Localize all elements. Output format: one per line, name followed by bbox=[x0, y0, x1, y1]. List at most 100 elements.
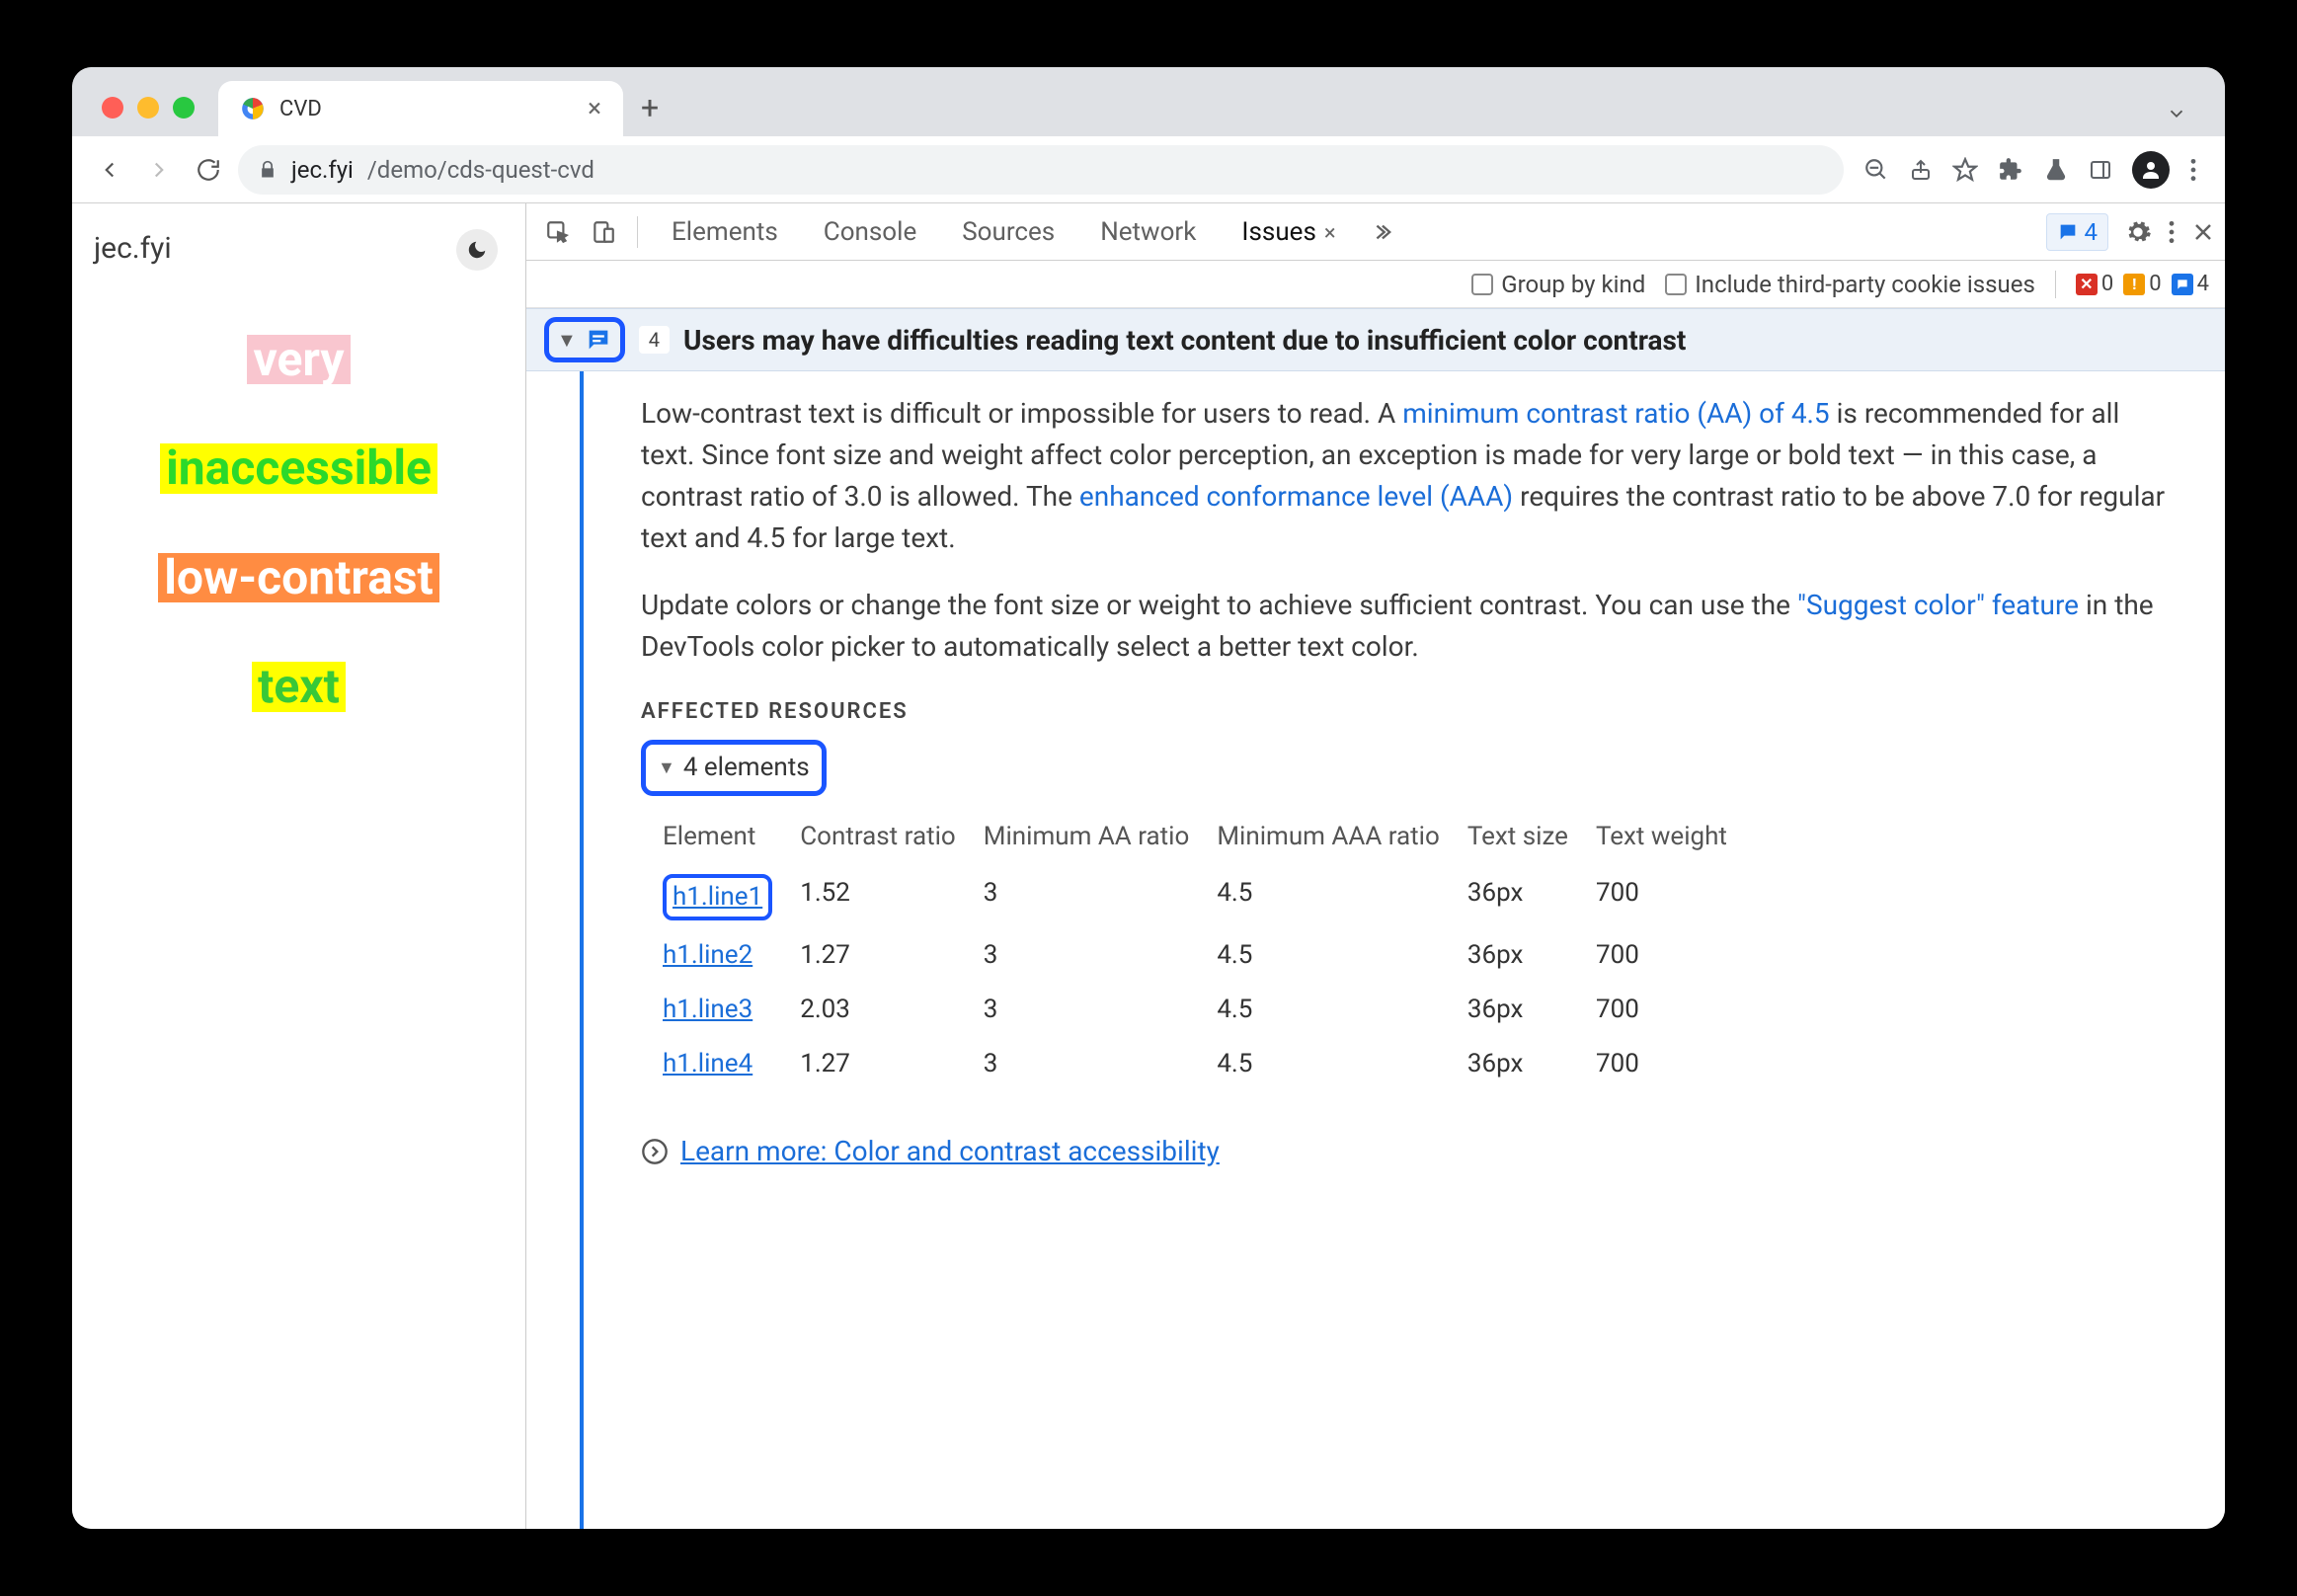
content-split: jec.fyi very inaccessible low-contrast t… bbox=[72, 203, 2225, 1529]
element-link[interactable]: h1.line1 bbox=[673, 882, 762, 912]
separator bbox=[637, 216, 638, 248]
issue-content: Low-contrast text is difficult or imposs… bbox=[631, 371, 2225, 1529]
table-row: h1.line1 1.52 3 4.5 36px 700 bbox=[663, 866, 1755, 928]
expand-icon: ▼ bbox=[658, 755, 675, 781]
device-toggle-icon[interactable] bbox=[582, 210, 625, 254]
link-aaa[interactable]: enhanced conformance level (AAA) bbox=[1079, 480, 1513, 513]
forward-button[interactable] bbox=[139, 150, 179, 190]
learn-more-link[interactable]: Learn more: Color and contrast accessibi… bbox=[680, 1131, 1220, 1172]
count-value: 0 bbox=[2101, 272, 2113, 296]
tab-console[interactable]: Console bbox=[802, 203, 938, 261]
cell-aaa: 4.5 bbox=[1217, 866, 1467, 928]
tab-sources[interactable]: Sources bbox=[940, 203, 1076, 261]
labs-icon[interactable] bbox=[2043, 157, 2069, 183]
affected-resources-title: AFFECTED RESOURCES bbox=[641, 695, 2170, 728]
cell-size: 36px bbox=[1467, 928, 1596, 983]
issue-title: Users may have difficulties reading text… bbox=[683, 324, 1686, 357]
col-min-aa: Minimum AA ratio bbox=[984, 812, 1218, 866]
link-suggest-color[interactable]: "Suggest color" feature bbox=[1797, 589, 2079, 621]
window-controls bbox=[92, 77, 212, 136]
toolbar: jec.fyi/demo/cds-quest-cvd bbox=[72, 136, 2225, 203]
site-label: jec.fyi bbox=[92, 231, 506, 266]
favicon-icon bbox=[240, 96, 266, 121]
expand-icon[interactable]: ▼ bbox=[557, 328, 577, 353]
tab-close-button[interactable]: × bbox=[588, 94, 601, 123]
elements-summary[interactable]: ▼ 4 elements bbox=[641, 740, 827, 796]
cell-weight: 700 bbox=[1596, 928, 1755, 983]
zoom-icon[interactable] bbox=[1863, 157, 1889, 183]
third-party-label: Include third-party cookie issues bbox=[1695, 271, 2035, 298]
cell-weight: 700 bbox=[1596, 983, 1755, 1037]
minimize-window-button[interactable] bbox=[137, 97, 159, 119]
issue-counter-badge[interactable]: 4 bbox=[2046, 213, 2109, 251]
devtools-panel: Elements Console Sources Network Issues×… bbox=[526, 203, 2225, 1529]
settings-icon[interactable] bbox=[2124, 218, 2152, 246]
table-row: h1.line2 1.27 3 4.5 36px 700 bbox=[663, 928, 1755, 983]
tabs-menu-button[interactable] bbox=[2148, 103, 2205, 136]
checkbox-icon bbox=[1471, 274, 1493, 295]
cell-contrast: 1.27 bbox=[800, 1037, 984, 1091]
toolbar-right bbox=[1854, 151, 2207, 189]
checkbox-icon bbox=[1665, 274, 1687, 295]
group-by-kind-checkbox[interactable]: Group by kind bbox=[1471, 271, 1645, 298]
reload-button[interactable] bbox=[189, 150, 228, 190]
theme-toggle[interactable] bbox=[456, 229, 498, 271]
cell-aaa: 4.5 bbox=[1217, 983, 1467, 1037]
third-party-checkbox[interactable]: Include third-party cookie issues bbox=[1665, 271, 2035, 298]
elements-summary-label: 4 elements bbox=[683, 749, 810, 787]
cell-contrast: 1.27 bbox=[800, 928, 984, 983]
devtools-tabs: Elements Console Sources Network Issues×… bbox=[526, 203, 2225, 261]
bookmark-icon[interactable] bbox=[1952, 157, 1978, 183]
profile-avatar[interactable] bbox=[2132, 151, 2170, 189]
arrow-circle-icon bbox=[641, 1138, 669, 1165]
count-value: 0 bbox=[2149, 272, 2161, 296]
sidepanel-icon[interactable] bbox=[2089, 158, 2112, 182]
text: Low-contrast text is difficult or imposs… bbox=[641, 397, 1402, 430]
devtools-menu-icon[interactable] bbox=[2168, 219, 2176, 245]
tab-issues-close[interactable]: × bbox=[1324, 221, 1336, 246]
element-link[interactable]: h1.line3 bbox=[663, 995, 752, 1024]
extensions-icon[interactable] bbox=[1998, 157, 2023, 183]
cell-aa: 3 bbox=[984, 928, 1218, 983]
new-tab-button[interactable]: + bbox=[623, 89, 676, 136]
tab-elements[interactable]: Elements bbox=[650, 203, 800, 261]
tab-issues[interactable]: Issues× bbox=[1220, 203, 1357, 261]
cell-aaa: 4.5 bbox=[1217, 928, 1467, 983]
maximize-window-button[interactable] bbox=[173, 97, 195, 119]
messages-count[interactable]: 4 bbox=[2172, 272, 2209, 296]
cell-aa: 3 bbox=[984, 1037, 1218, 1091]
url-host: jec.fyi bbox=[291, 156, 354, 184]
close-window-button[interactable] bbox=[102, 97, 123, 119]
browser-menu-icon[interactable] bbox=[2189, 157, 2197, 183]
back-button[interactable] bbox=[90, 150, 129, 190]
line-1: very bbox=[247, 335, 350, 384]
errors-count[interactable]: ✕0 bbox=[2076, 272, 2113, 296]
element-link[interactable]: h1.line2 bbox=[663, 940, 752, 970]
separator bbox=[2055, 271, 2056, 298]
issue-counts: ✕0 !0 4 bbox=[2076, 272, 2209, 296]
line-4: text bbox=[252, 662, 346, 711]
element-link[interactable]: h1.line4 bbox=[663, 1049, 752, 1078]
devtools-close-icon[interactable] bbox=[2191, 220, 2215, 244]
issue-paragraph-2: Update colors or change the font size or… bbox=[641, 585, 2170, 668]
warnings-count[interactable]: !0 bbox=[2123, 272, 2161, 296]
tab-network[interactable]: Network bbox=[1078, 203, 1218, 261]
more-tabs-icon[interactable] bbox=[1360, 210, 1403, 254]
cell-size: 36px bbox=[1467, 866, 1596, 928]
link-min-contrast[interactable]: minimum contrast ratio (AA) of 4.5 bbox=[1402, 397, 1829, 430]
cell-size: 36px bbox=[1467, 1037, 1596, 1091]
issue-rail bbox=[580, 371, 631, 1529]
devtools-right: 4 bbox=[2046, 213, 2216, 251]
issue-header[interactable]: ▼ 4 Users may have difficulties reading … bbox=[526, 308, 2225, 371]
share-icon[interactable] bbox=[1909, 158, 1933, 182]
lock-icon bbox=[258, 160, 277, 180]
table-row: h1.line4 1.27 3 4.5 36px 700 bbox=[663, 1037, 1755, 1091]
address-bar[interactable]: jec.fyi/demo/cds-quest-cvd bbox=[238, 145, 1844, 195]
affected-elements-table: Element Contrast ratio Minimum AA ratio … bbox=[663, 812, 1755, 1091]
cell-aa: 3 bbox=[984, 866, 1218, 928]
table-header-row: Element Contrast ratio Minimum AA ratio … bbox=[663, 812, 1755, 866]
browser-tab[interactable]: CVD × bbox=[218, 81, 623, 136]
url-path: /demo/cds-quest-cvd bbox=[367, 156, 594, 184]
col-min-aaa: Minimum AAA ratio bbox=[1217, 812, 1467, 866]
inspect-icon[interactable] bbox=[536, 210, 580, 254]
